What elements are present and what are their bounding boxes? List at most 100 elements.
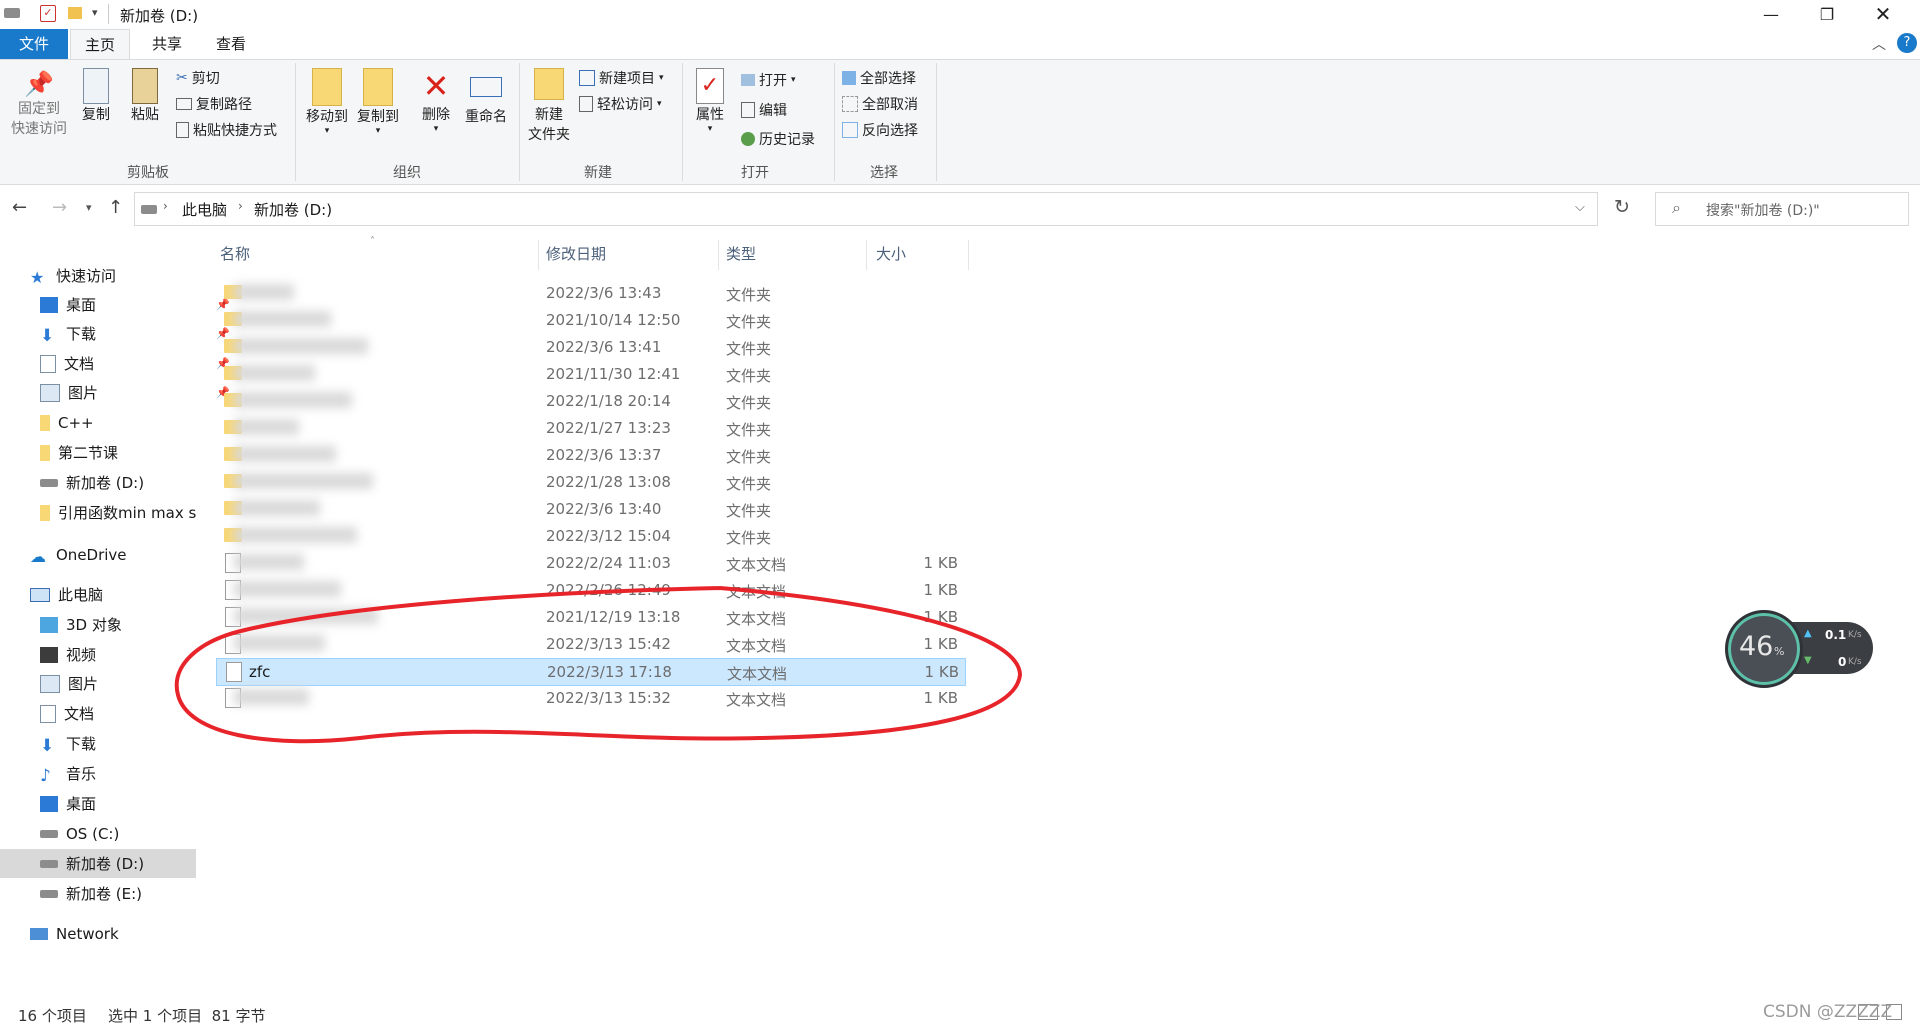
new-folder-quick-icon[interactable] — [68, 7, 82, 19]
file-row[interactable]: 2022/1/28 13:08 文件夹 — [216, 469, 964, 495]
search-input[interactable]: ⌕ 搜索"新加卷 (D:)" — [1655, 192, 1909, 226]
column-size[interactable]: 大小 — [876, 243, 906, 264]
column-divider[interactable] — [538, 240, 539, 270]
cut-button[interactable]: ✂ 剪切 — [176, 68, 220, 88]
nav-quick-cpp[interactable]: C++ — [40, 408, 236, 437]
nav-pc-drive-c[interactable]: OS (C:) — [40, 819, 236, 848]
file-row[interactable]: 2022/3/12 15:04 文件夹 — [216, 523, 964, 549]
edit-icon — [741, 102, 755, 118]
move-to-button[interactable]: 移动到 ▾ — [303, 68, 351, 136]
paste-shortcut-button[interactable]: 粘贴快捷方式 — [176, 120, 277, 140]
properties-button[interactable]: ✓ 属性 ▾ — [690, 68, 730, 134]
back-arrow-icon[interactable]: ← — [12, 197, 27, 218]
tab-file[interactable]: 文件 — [0, 29, 68, 59]
nav-quick-lesson2[interactable]: 第二节课 — [40, 438, 236, 467]
nav-quick-minmax[interactable]: 引用函数min max s — [40, 498, 196, 527]
close-button[interactable]: ✕ — [1860, 0, 1906, 28]
nav-quick-documents[interactable]: 文档 📌 — [40, 349, 236, 378]
customize-quick-access-icon[interactable]: ▾ — [92, 6, 98, 19]
nav-pc-desktop[interactable]: 桌面 — [40, 789, 236, 818]
easy-access-label: 轻松访问 — [597, 97, 653, 113]
properties-quick-icon[interactable]: ✓ — [40, 5, 56, 22]
upload-speed: 0.1 — [1825, 628, 1847, 642]
download-arrow-icon: ⬇ — [40, 325, 55, 346]
collapse-ribbon-icon[interactable]: ︿ — [1872, 34, 1886, 54]
nav-quick-access[interactable]: ★ 快速访问 — [30, 261, 226, 290]
column-divider[interactable] — [968, 240, 969, 270]
download-arrow-icon: ▼ — [1804, 655, 1812, 666]
tab-home[interactable]: 主页 — [70, 29, 131, 60]
select-all-button[interactable]: 全部选择 — [842, 68, 916, 88]
pin-quick-access-button[interactable]: 📌 固定到 快速访问 — [8, 70, 70, 138]
pictures-icon — [40, 674, 60, 693]
film-icon — [40, 646, 58, 663]
copy-path-button[interactable]: 复制路径 — [176, 94, 252, 114]
copy-to-button[interactable]: 复制到 ▾ — [354, 68, 402, 136]
properties-check-icon: ✓ — [696, 68, 724, 104]
network-speed-widget[interactable]: 46 % ▲ 0.1 K/s ▼ 0 K/s — [1725, 610, 1873, 688]
tab-view[interactable]: 查看 — [202, 29, 260, 59]
maximize-button[interactable]: ❐ — [1804, 0, 1850, 28]
copy-button[interactable]: 复制 — [76, 68, 116, 124]
column-type[interactable]: 类型 — [726, 243, 756, 264]
cpu-percent-unit: % — [1774, 645, 1785, 658]
edit-button[interactable]: 编辑 — [741, 100, 787, 120]
nav-label: 快速访问 — [56, 267, 117, 285]
nav-pc-drive-d[interactable]: 新加卷 (D:) — [0, 849, 196, 878]
breadcrumb-chevron-icon[interactable]: › — [238, 199, 243, 213]
open-dropdown-icon: ▾ — [791, 75, 796, 85]
file-row[interactable]: 2022/1/27 13:23 文件夹 — [216, 415, 964, 441]
nav-pc-music[interactable]: ♪ 音乐 — [40, 759, 236, 788]
new-item-button[interactable]: 新建项目 ▾ — [579, 68, 664, 88]
nav-label: 引用函数min max s — [58, 504, 196, 522]
file-row[interactable]: 2021/10/14 12:50 文件夹 — [216, 307, 964, 333]
breadcrumb-chevron-icon[interactable]: › — [163, 199, 168, 213]
paste-button[interactable]: 粘贴 — [124, 68, 166, 124]
forward-arrow-icon[interactable]: → — [52, 197, 67, 218]
ribbon-divider — [295, 63, 296, 181]
download-speed: 0 — [1838, 655, 1847, 669]
select-group-label: 选择 — [870, 165, 898, 181]
title-bar: ✓ ▾ 新加卷 (D:) — ❐ ✕ — [0, 0, 1920, 28]
file-row[interactable]: 2022/3/6 13:41 文件夹 — [216, 334, 964, 360]
history-button[interactable]: 历史记录 — [741, 129, 815, 149]
pin-label-2: 快速访问 — [11, 121, 67, 137]
nav-quick-desktop[interactable]: 桌面 📌 — [40, 290, 236, 319]
minimize-button[interactable]: — — [1748, 0, 1794, 28]
nav-pc-drive-e[interactable]: 新加卷 (E:) — [40, 879, 236, 908]
column-divider[interactable] — [718, 240, 719, 270]
rename-button[interactable]: 重命名 — [462, 68, 510, 126]
easy-access-button[interactable]: 轻松访问 ▾ — [579, 94, 662, 114]
breadcrumb-drive-d[interactable]: 新加卷 (D:) — [254, 199, 332, 220]
breadcrumb-this-pc[interactable]: 此电脑 — [182, 199, 227, 220]
address-bar[interactable]: › 此电脑 › 新加卷 (D:) ⌵ — [134, 192, 1598, 226]
nav-quick-drive-d[interactable]: 新加卷 (D:) — [40, 468, 236, 497]
file-row[interactable]: 2022/1/18 20:14 文件夹 — [216, 388, 964, 414]
invert-selection-button[interactable]: 反向选择 — [842, 120, 918, 140]
open-button[interactable]: 打开 ▾ — [741, 70, 796, 90]
nav-quick-pictures[interactable]: 图片📌 — [40, 378, 236, 407]
column-name[interactable]: 名称 — [220, 243, 250, 264]
recent-locations-chevron-icon[interactable]: ▾ — [86, 201, 92, 214]
select-none-button[interactable]: 全部取消 — [842, 94, 918, 114]
address-history-chevron-icon[interactable]: ⌵ — [1575, 200, 1585, 215]
file-row[interactable]: 2022/3/6 13:43 文件夹 — [216, 280, 964, 306]
nav-quick-downloads[interactable]: ⬇ 下载 📌 — [40, 319, 236, 348]
column-divider[interactable] — [866, 240, 867, 270]
help-icon[interactable]: ? — [1897, 33, 1917, 53]
nav-network[interactable]: Network — [30, 919, 226, 948]
up-arrow-icon[interactable]: ↑ — [108, 197, 123, 218]
ribbon-divider — [834, 63, 835, 181]
nav-onedrive[interactable]: ☁ OneDrive — [30, 540, 226, 569]
open-label: 打开 — [759, 73, 787, 89]
nav-label: 图片 — [68, 675, 99, 693]
column-date[interactable]: 修改日期 — [546, 243, 606, 264]
delete-button[interactable]: ✕ 删除 ▾ — [416, 68, 456, 134]
tab-share[interactable]: 共享 — [138, 29, 196, 59]
file-row[interactable]: 2022/3/6 13:40 文件夹 — [216, 496, 964, 522]
file-row[interactable]: 2021/11/30 12:41 文件夹 — [216, 361, 964, 387]
file-type: 文件夹 — [726, 502, 772, 520]
refresh-icon[interactable]: ↻ — [1614, 196, 1630, 218]
file-row[interactable]: 2022/3/6 13:37 文件夹 — [216, 442, 964, 468]
new-folder-button[interactable]: 新建 文件夹 — [525, 68, 573, 144]
